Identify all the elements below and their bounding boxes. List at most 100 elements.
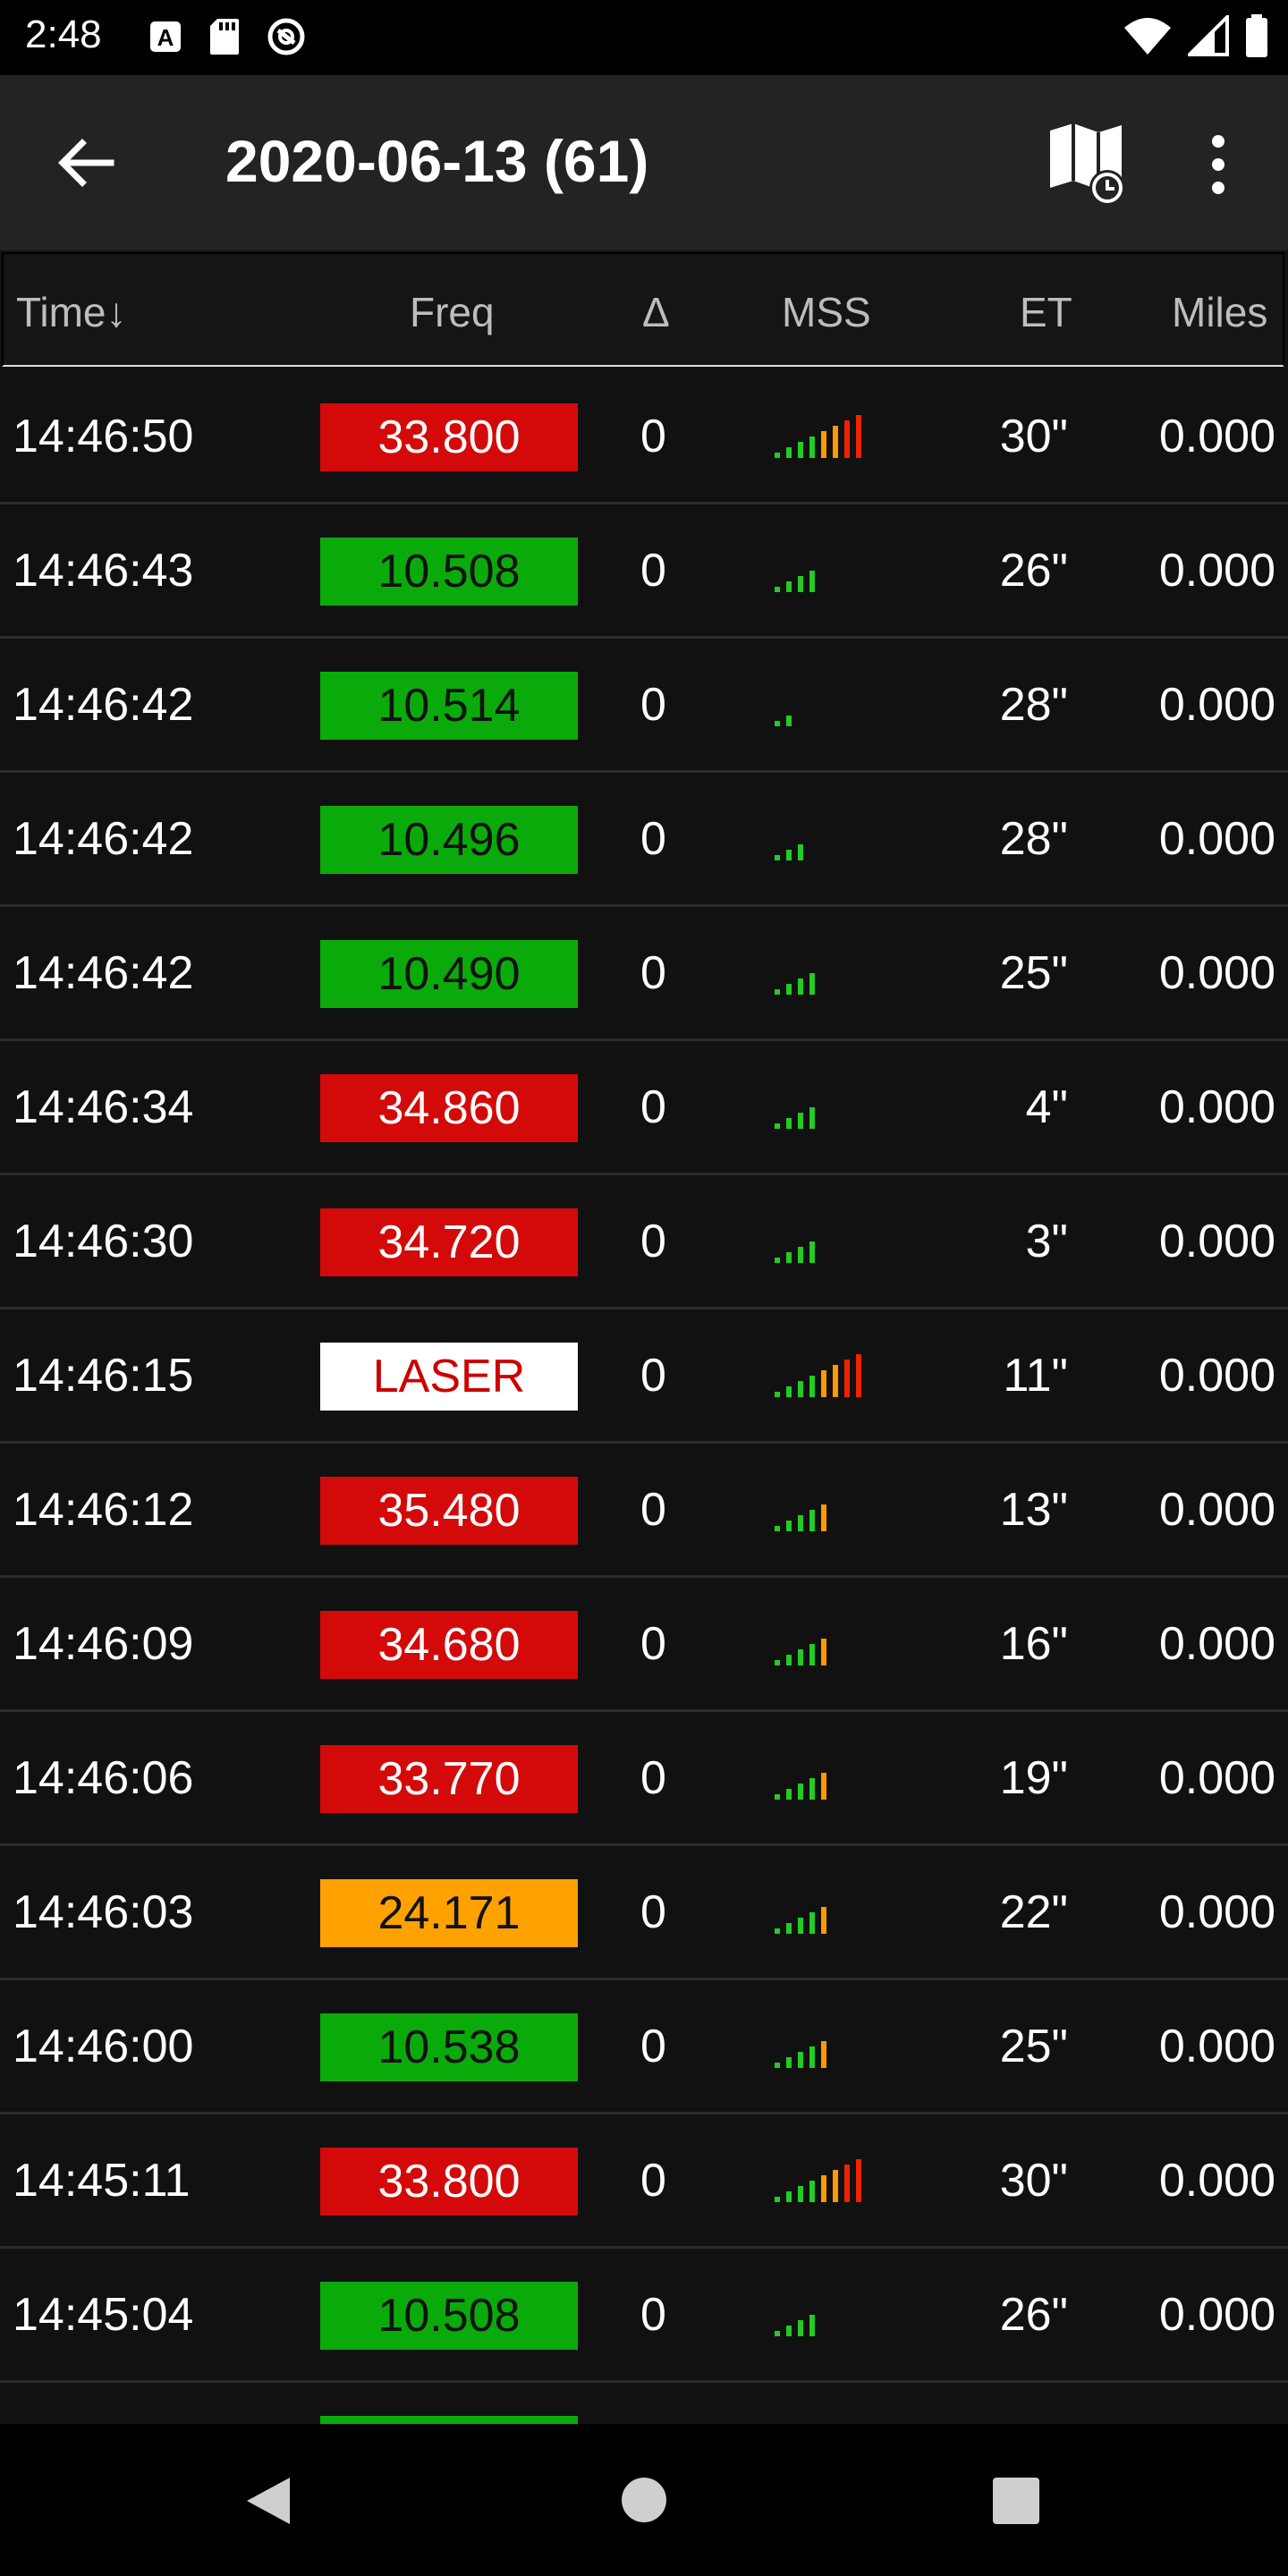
table-row[interactable]: 14:46:30 34.720 0 3" 0.000 xyxy=(0,1175,1288,1309)
battery-icon xyxy=(1245,14,1268,62)
column-header-et[interactable]: ET xyxy=(1020,288,1072,336)
signal-strength-meter xyxy=(775,1487,882,1531)
column-header-delta[interactable]: Δ xyxy=(642,288,670,336)
column-header-mss[interactable]: MSS xyxy=(782,288,871,336)
table-row[interactable]: 14:46:09 34.680 0 16" 0.000 xyxy=(0,1578,1288,1712)
elapsed-time-cell: 25" xyxy=(999,947,1068,999)
freq-badge: 10.514 xyxy=(320,672,578,740)
signal-strength-bar xyxy=(775,2197,780,2202)
table-row[interactable]: 14:46:00 10.538 0 25" 0.000 xyxy=(0,1980,1288,2114)
miles-cell: 0.000 xyxy=(1158,1484,1275,1536)
delta-cell: 0 xyxy=(640,1216,666,1267)
alert-list[interactable]: 14:46:50 33.800 0 30" 0.000 14:46:43 10.508 0 26… xyxy=(0,370,1288,2424)
signal-strength-bar xyxy=(798,1381,803,1397)
signal-strength-bar xyxy=(821,1370,826,1397)
table-row[interactable]: 14:46:43 10.508 0 26" 0.000 xyxy=(0,504,1288,639)
signal-strength-bar xyxy=(775,587,780,592)
elapsed-time-cell: 28" xyxy=(999,813,1068,865)
page-title: 2020-06-13 (61) xyxy=(225,128,649,194)
column-header-freq[interactable]: Freq xyxy=(410,288,495,336)
signal-strength-meter xyxy=(775,1621,882,1665)
table-row[interactable]: 14:46:12 35.480 0 13" 0.000 xyxy=(0,1444,1288,1578)
signal-strength-bar xyxy=(844,420,850,458)
signal-strength-bar xyxy=(786,1655,792,1665)
status-time: 2:48 xyxy=(25,13,102,56)
signal-strength-bar xyxy=(821,1639,826,1665)
freq-badge: 24.171 xyxy=(320,1879,578,1947)
back-button[interactable] xyxy=(50,127,122,199)
more-options-button[interactable] xyxy=(1191,129,1245,200)
signal-strength-meter xyxy=(775,1352,882,1397)
signal-strength-bar xyxy=(775,453,780,458)
signal-strength-meter xyxy=(775,1218,882,1263)
table-row[interactable]: 14:46:03 24.171 0 22" 0.000 xyxy=(0,1846,1288,1980)
signal-strength-bar xyxy=(775,2331,780,2336)
delta-cell: 0 xyxy=(640,411,666,462)
table-row[interactable]: 14:46:42 10.490 0 25" 0.000 xyxy=(0,907,1288,1041)
elapsed-time-cell: 19" xyxy=(999,1752,1068,1804)
table-row[interactable]: 14:46:15 LASER 0 11" 0.000 xyxy=(0,1309,1288,1444)
time-cell: 14:46:03 xyxy=(13,1886,194,1938)
miles-cell: 0.000 xyxy=(1158,1350,1275,1402)
signal-strength-bar xyxy=(798,844,803,860)
nav-home-icon[interactable] xyxy=(622,2478,666,2522)
time-cell: 14:45:11 xyxy=(13,2155,191,2207)
time-cell: 14:46:42 xyxy=(13,947,194,999)
signal-strength-bar xyxy=(798,1649,803,1665)
freq-badge: 10.508 xyxy=(320,2282,578,2350)
signal-strength-bar xyxy=(809,1912,815,1934)
delta-cell: 0 xyxy=(640,679,666,731)
nav-recents-icon[interactable] xyxy=(993,2478,1039,2524)
signal-strength-meter xyxy=(775,547,882,592)
signal-strength-bar xyxy=(786,2326,792,2336)
signal-strength-bar xyxy=(798,979,803,995)
signal-strength-bar xyxy=(775,1526,780,1531)
table-row[interactable]: 14:46:06 33.770 0 19" 0.000 xyxy=(0,1712,1288,1846)
time-cell: 14:46:42 xyxy=(13,679,194,731)
do-not-disturb-icon xyxy=(266,16,307,62)
status-bar: 2:48 A xyxy=(0,0,1288,75)
signal-strength-bar xyxy=(786,1923,792,1934)
signal-strength-bar xyxy=(798,2186,803,2202)
column-header-miles[interactable]: Miles xyxy=(1172,288,1267,336)
back-arrow-icon xyxy=(50,139,122,202)
miles-cell: 0.000 xyxy=(1158,2021,1275,2072)
elapsed-time-cell: 3" xyxy=(1025,1216,1068,1267)
signal-strength-bar xyxy=(833,2170,838,2202)
signal-strength-meter xyxy=(775,2157,882,2202)
signal-strength-bar xyxy=(786,716,792,726)
delta-cell: 0 xyxy=(640,1752,666,1804)
signal-strength-bar xyxy=(775,1392,780,1397)
elapsed-time-cell: 4" xyxy=(1025,1081,1068,1133)
miles-cell: 0.000 xyxy=(1158,1618,1275,1670)
table-row[interactable]: 14:46:50 33.800 0 30" 0.000 xyxy=(0,370,1288,504)
map-history-button[interactable] xyxy=(1046,122,1132,208)
table-row[interactable] xyxy=(0,2383,1288,2424)
status-right-icons xyxy=(1123,13,1268,62)
status-left-icons: A xyxy=(148,16,307,62)
nav-back-icon[interactable] xyxy=(242,2474,295,2532)
table-row[interactable]: 14:45:04 10.508 0 26" 0.000 xyxy=(0,2249,1288,2383)
time-cell: 14:46:12 xyxy=(13,1484,194,1536)
signal-strength-bar xyxy=(809,2315,815,2336)
signal-strength-bar xyxy=(809,2181,815,2202)
time-cell: 14:45:04 xyxy=(13,2289,194,2341)
table-row[interactable]: 14:46:42 10.496 0 28" 0.000 xyxy=(0,773,1288,907)
signal-strength-meter xyxy=(775,1889,882,1934)
table-row[interactable]: 14:46:42 10.514 0 28" 0.000 xyxy=(0,639,1288,773)
freq-badge: 35.480 xyxy=(320,1477,578,1545)
elapsed-time-cell: 30" xyxy=(999,411,1068,462)
miles-cell: 0.000 xyxy=(1158,813,1275,865)
signal-strength-bar xyxy=(798,2052,803,2068)
signal-strength-bar xyxy=(821,1907,826,1934)
miles-cell: 0.000 xyxy=(1158,1886,1275,1938)
column-header-time[interactable]: Time↓ xyxy=(16,288,127,336)
time-cell: 14:46:06 xyxy=(13,1752,194,1804)
freq-badge xyxy=(320,2416,578,2424)
time-cell: 14:46:30 xyxy=(13,1216,194,1267)
table-row[interactable]: 14:46:34 34.860 0 4" 0.000 xyxy=(0,1041,1288,1175)
table-row[interactable]: 14:45:11 33.800 0 30" 0.000 xyxy=(0,2114,1288,2249)
signal-strength-bar xyxy=(821,2175,826,2202)
freq-badge: 33.800 xyxy=(320,2148,578,2216)
time-cell: 14:46:50 xyxy=(13,411,194,462)
